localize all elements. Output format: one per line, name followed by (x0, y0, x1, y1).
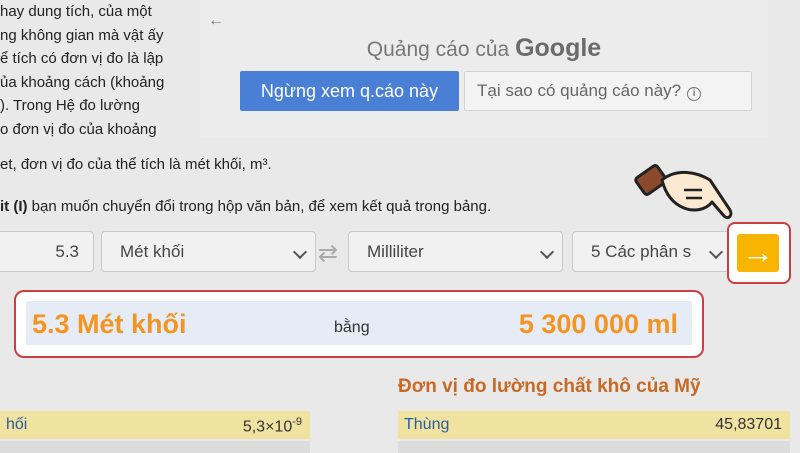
value-text: 5.3 (55, 242, 79, 261)
to-unit-value: Milliliter (367, 242, 424, 261)
instruction-bold: it (I) (0, 198, 28, 215)
table-row (0, 441, 310, 453)
chevron-down-icon (539, 244, 555, 260)
chevron-down-icon (292, 244, 308, 260)
intro-paragraph: hay dung tích, của một ng không gian mà … (0, 0, 200, 141)
precision-value: 5 Các phân s (591, 242, 692, 261)
ad-panel: ← Quảng cáo của Google Ngừng xem q.cáo n… (200, 0, 768, 138)
intro-line: o đơn vị đo của khoảng (0, 120, 157, 138)
go-button-highlight: → (727, 222, 791, 284)
google-logo: Google (515, 34, 602, 62)
table-row (398, 441, 790, 453)
intro-line: ). Trong Hệ đo lường (0, 97, 140, 114)
swap-units-icon[interactable]: ⇄ (318, 239, 338, 268)
intro-line: hay dung tích, của một (0, 3, 152, 20)
instruction-text: it (I) bạn muốn chuyển đổi trong hộp văn… (0, 198, 491, 215)
pointing-hand-icon (634, 164, 733, 220)
convert-button[interactable]: → (737, 234, 779, 272)
table-row: hối 5,3×10-9 (0, 411, 310, 439)
instruction-rest: bạn muốn chuyển đổi trong hộp văn bản, đ… (27, 198, 492, 215)
to-unit-select[interactable]: Milliliter (348, 231, 563, 272)
from-unit-value: Mét khối (120, 242, 185, 261)
result-input: 5.3 Mét khối (32, 309, 187, 339)
row-unit-value: 5,3×10-9 (242, 416, 302, 436)
result-highlight: 5.3 Mét khối bằng 5 300 000 ml (14, 290, 704, 358)
intro-line: ng không gian mà vật ấy (0, 26, 164, 44)
back-arrow-icon[interactable]: ← (208, 12, 224, 30)
info-icon: i (687, 87, 702, 101)
ad-title: Quảng cáo của Google (200, 34, 768, 63)
intro-last-line: et, đơn vị đo của thể tích là mét khối, … (0, 156, 272, 173)
from-unit-select[interactable]: Mét khối (101, 231, 316, 272)
row-unit-name: hối (6, 416, 28, 433)
row-unit-name: Thùng (404, 416, 450, 433)
why-ad-label: Tại sao có quảng cáo này? (477, 81, 682, 100)
result-output: 5 300 000 ml (518, 309, 678, 339)
row-unit-value: 45,83701 (715, 416, 782, 433)
table-row: Thùng 45,83701 (398, 411, 790, 439)
intro-line: ủa khoảng cách (khoảng (0, 73, 165, 91)
us-dry-section-title: Đơn vị đo lường chất khô của Mỹ (398, 376, 701, 397)
ad-title-prefix: Quảng cáo của (366, 38, 516, 61)
result-box: 5.3 Mét khối bằng 5 300 000 ml (26, 301, 692, 345)
stop-ad-button[interactable]: Ngừng xem q.cáo này (240, 71, 459, 111)
result-equals: bằng (334, 319, 370, 336)
intro-line: ể tích có đơn vị đo là lập (0, 50, 164, 67)
chevron-down-icon (708, 244, 724, 260)
why-ad-button[interactable]: Tại sao có quảng cáo này? i (464, 71, 752, 111)
value-input[interactable]: 5.3 (0, 231, 94, 272)
